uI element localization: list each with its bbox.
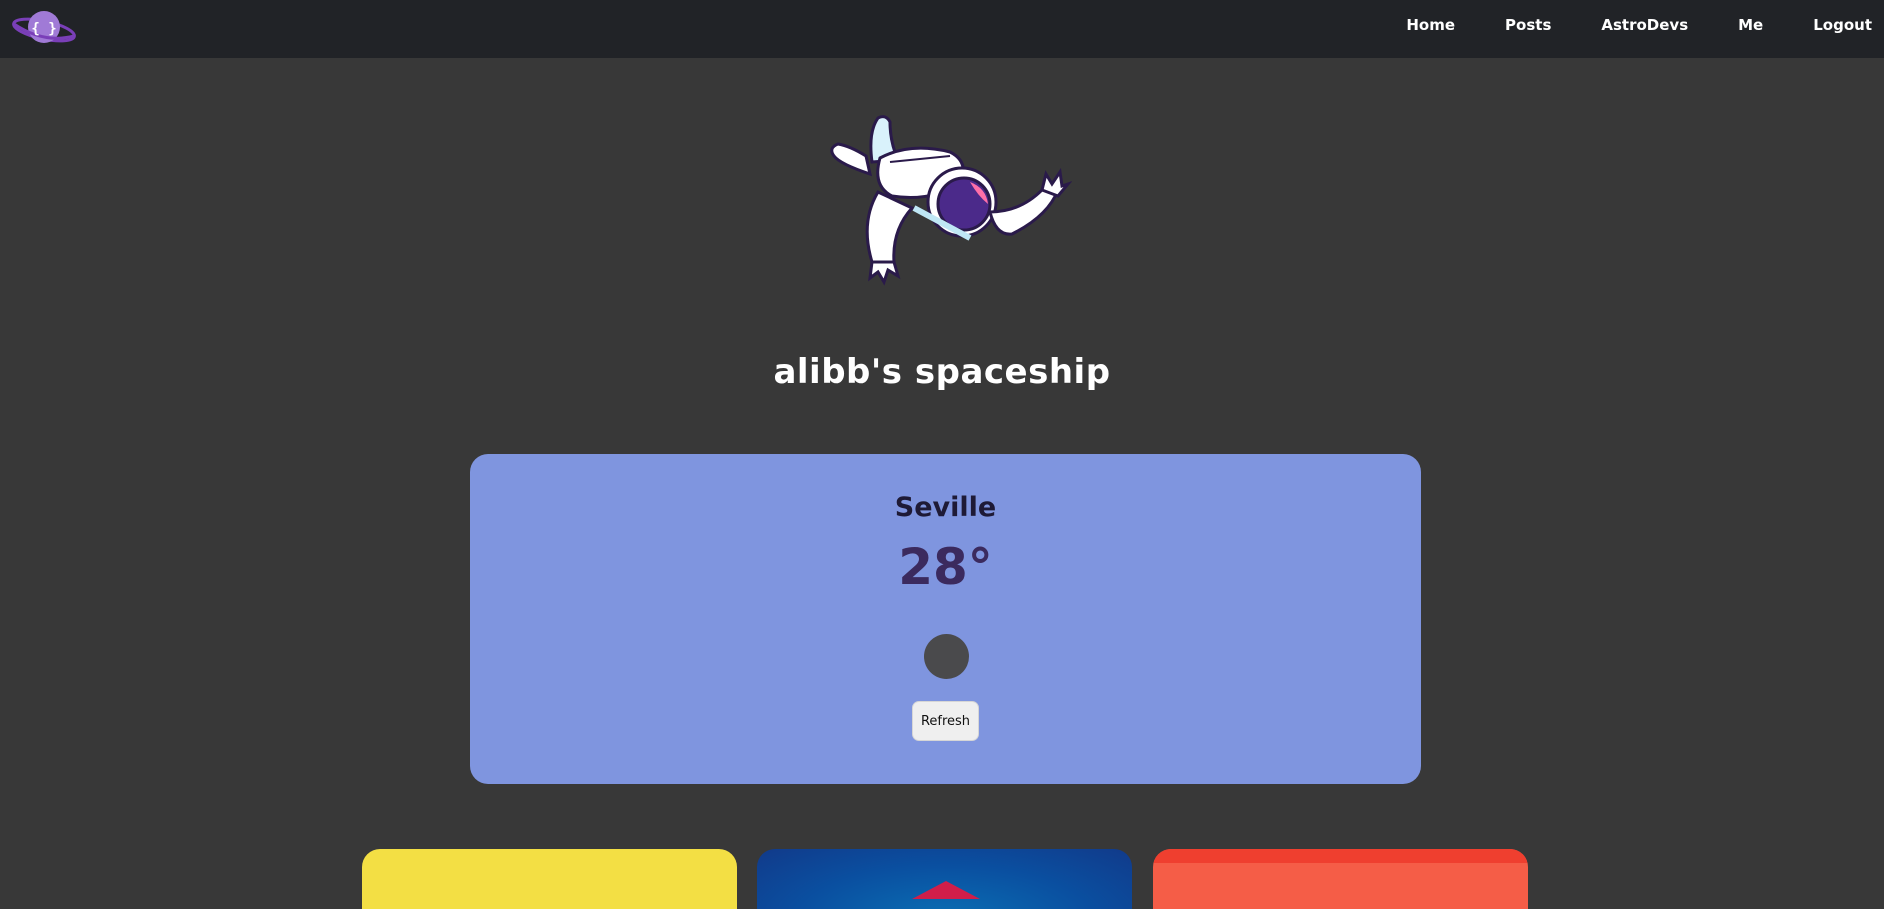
nav-link-astrodevs[interactable]: AstroDevs (1601, 16, 1688, 34)
astronaut-illustration (820, 112, 1073, 308)
nav-link-me[interactable]: Me (1738, 16, 1763, 34)
nav-link-logout[interactable]: Logout (1813, 16, 1872, 34)
red-shape-icon (912, 881, 980, 899)
username: alibb (773, 352, 871, 392)
feature-tile-blue[interactable] (757, 849, 1132, 909)
navbar: { } Home Posts AstroDevs Me Logout (0, 0, 1884, 58)
weather-city: Seville (894, 492, 997, 523)
nav-link-home[interactable]: Home (1406, 16, 1455, 34)
refresh-button[interactable]: Refresh (912, 701, 979, 741)
feature-tile-red[interactable] (1153, 849, 1528, 909)
nav-links: Home Posts AstroDevs Me Logout (1356, 0, 1884, 50)
tile-band (1153, 849, 1528, 863)
weather-card: Seville 28° Refresh (470, 454, 1421, 784)
page-title: alibb's spaceship (0, 352, 1884, 392)
weather-temperature: 28° (898, 538, 993, 596)
nav-link-posts[interactable]: Posts (1505, 16, 1551, 34)
feature-tile-yellow[interactable] (362, 849, 737, 909)
planet-logo-icon[interactable]: { } (10, 6, 78, 48)
weather-status-icon (924, 634, 969, 679)
logo-glyph: { } (31, 21, 56, 37)
title-suffix: 's spaceship (870, 352, 1111, 392)
